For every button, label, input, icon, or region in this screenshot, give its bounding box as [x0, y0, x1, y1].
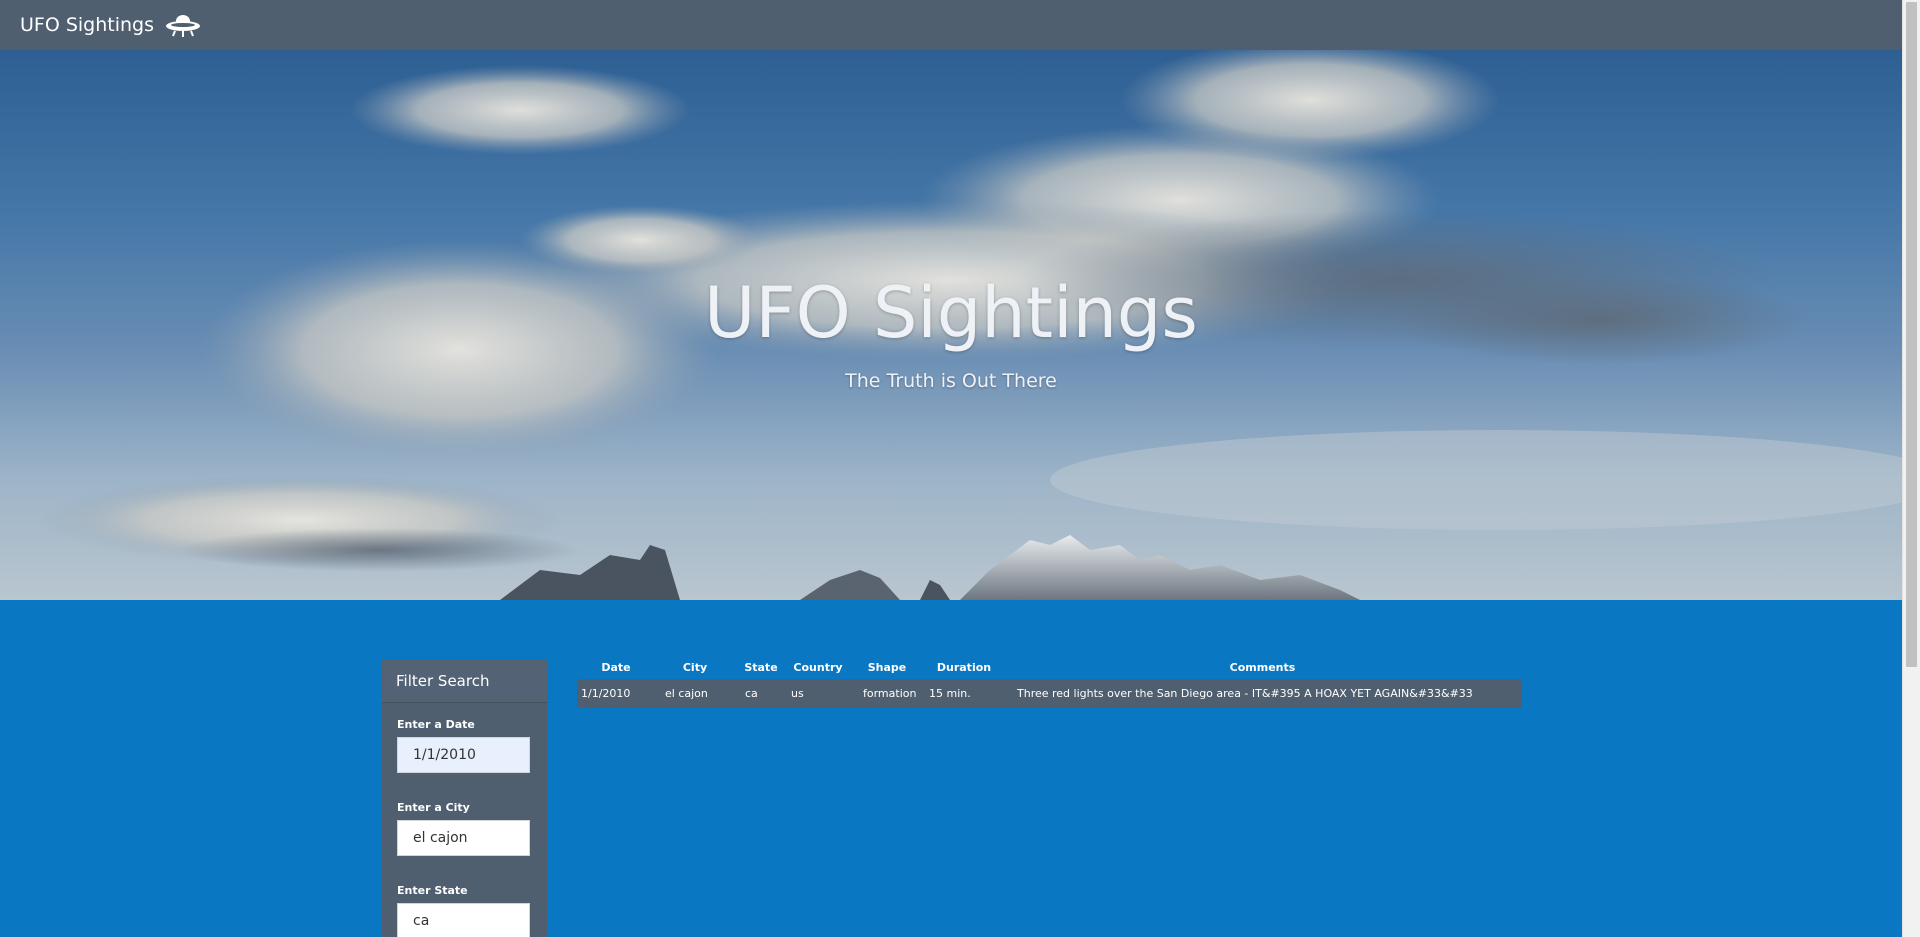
filter-panel: Filter Search Enter a Date Enter a City …: [382, 660, 547, 937]
brand-title: UFO Sightings: [20, 14, 155, 36]
cell-date: 1/1/2010: [581, 687, 631, 700]
hero-subtitle: The Truth is Out There: [845, 370, 1057, 392]
city-input[interactable]: [397, 820, 530, 856]
page: UFO Sightings UFO Sightings The Truth is…: [0, 0, 1920, 937]
filter-group-state: Enter State: [382, 884, 547, 937]
cell-shape: formation: [863, 687, 917, 700]
header-city[interactable]: City: [655, 655, 735, 679]
header-state[interactable]: State: [735, 655, 787, 679]
filter-group-city: Enter a City: [382, 801, 547, 856]
navbar: UFO Sightings: [0, 0, 1902, 50]
page-scrollbar[interactable]: [1902, 0, 1920, 937]
cell-state: ca: [745, 687, 758, 700]
header-duration[interactable]: Duration: [925, 655, 1003, 679]
header-country[interactable]: Country: [787, 655, 849, 679]
ufo-icon: [164, 12, 202, 38]
header-comments[interactable]: Comments: [1003, 655, 1522, 679]
date-label: Enter a Date: [397, 718, 475, 731]
hero-banner: UFO Sightings The Truth is Out There: [0, 50, 1902, 600]
results-table-container: Date City State Country Shape Duration C…: [577, 655, 1522, 708]
date-input[interactable]: [397, 737, 530, 773]
header-date[interactable]: Date: [577, 655, 655, 679]
cell-city: el cajon: [665, 687, 708, 700]
state-input[interactable]: [397, 903, 530, 937]
cell-country: us: [791, 687, 804, 700]
brand-link[interactable]: UFO Sightings: [20, 12, 202, 38]
filter-group-date: Enter a Date: [382, 718, 547, 773]
cell-duration: 15 min.: [929, 687, 971, 700]
hero-content: UFO Sightings The Truth is Out There: [0, 272, 1902, 392]
filter-header: Filter Search: [382, 660, 547, 703]
city-label: Enter a City: [397, 801, 470, 814]
table-header-row: Date City State Country Shape Duration C…: [577, 655, 1522, 679]
state-label: Enter State: [397, 884, 468, 897]
main-content: Filter Search Enter a Date Enter a City …: [0, 600, 1902, 937]
cell-comments: Three red lights over the San Diego area…: [1017, 687, 1473, 700]
hero-title: UFO Sightings: [704, 272, 1198, 354]
table-row: 1/1/2010 el cajon ca us formation 15 min…: [577, 679, 1522, 708]
header-shape[interactable]: Shape: [849, 655, 925, 679]
scrollbar-thumb[interactable]: [1906, 2, 1917, 667]
ufo-table: Date City State Country Shape Duration C…: [577, 655, 1522, 708]
